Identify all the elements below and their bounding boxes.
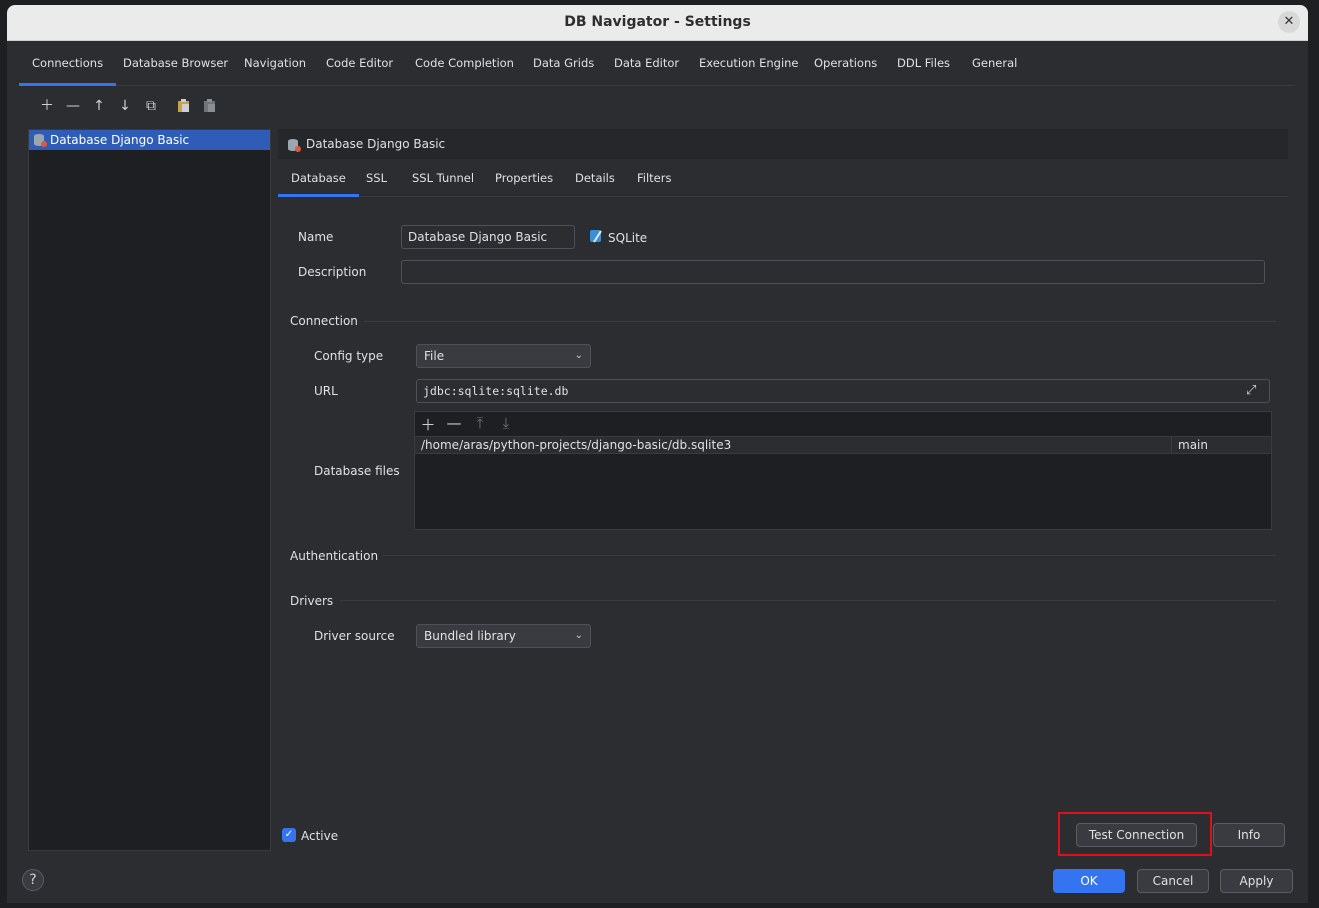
tab-details[interactable]: Details <box>562 162 628 197</box>
tab-connections[interactable]: Connections <box>19 41 117 86</box>
help-icon[interactable]: ? <box>22 869 44 891</box>
tab-data-grids[interactable]: Data Grids <box>520 41 607 86</box>
tab-database-browser[interactable]: Database Browser <box>110 41 241 86</box>
description-label: Description <box>298 265 367 279</box>
config-type-select[interactable]: File ⌄ <box>416 344 591 368</box>
apply-button[interactable]: Apply <box>1220 869 1293 893</box>
expand-icon[interactable]: ⤢ <box>1246 383 1256 398</box>
active-checkbox[interactable]: ✓ <box>282 828 296 842</box>
connection-header: Database Django Basic <box>278 129 1288 159</box>
title-bar: DB Navigator - Settings ✕ <box>7 5 1308 41</box>
info-button[interactable]: Info <box>1213 823 1285 847</box>
tab-execution-engine[interactable]: Execution Engine <box>686 41 812 86</box>
config-type-label: Config type <box>314 349 384 363</box>
url-label: URL <box>314 384 338 398</box>
table-row[interactable]: /home/aras/python-projects/django-basic/… <box>415 436 1271 454</box>
file-path: /home/aras/python-projects/django-basic/… <box>421 438 732 452</box>
connections-list: Database Django Basic <box>28 129 271 851</box>
close-icon[interactable]: ✕ <box>1278 11 1300 33</box>
window-title: DB Navigator - Settings <box>564 14 751 30</box>
url-field[interactable]: jdbc:sqlite:sqlite.db <box>416 379 1270 403</box>
tab-properties[interactable]: Properties <box>482 162 566 197</box>
delete-icon[interactable] <box>200 95 220 117</box>
driver-source-value: Bundled library <box>424 629 516 643</box>
config-type-value: File <box>424 349 445 363</box>
tab-database[interactable]: Database <box>278 162 359 197</box>
remove-icon[interactable]: — <box>445 414 463 434</box>
settings-dialog: DB Navigator - Settings ✕ Connections Da… <box>7 5 1308 903</box>
driver-source-label: Driver source <box>314 629 395 643</box>
database-icon <box>33 133 47 147</box>
drivers-section-title: Drivers <box>290 594 334 608</box>
tab-data-editor[interactable]: Data Editor <box>601 41 692 86</box>
move-up-icon[interactable]: ↑ <box>89 95 109 117</box>
divider <box>364 321 1276 322</box>
database-files-table: ＋ — ⤒ ⤓ /home/aras/python-projects/djang… <box>414 411 1272 530</box>
database-files-label: Database files <box>314 464 400 478</box>
database-icon <box>287 138 301 152</box>
divider <box>383 555 1276 556</box>
ok-button[interactable]: OK <box>1053 869 1125 893</box>
add-icon[interactable]: ＋ <box>419 414 437 434</box>
connection-section-title: Connection <box>290 314 358 328</box>
tab-navigation[interactable]: Navigation <box>231 41 319 86</box>
tab-code-editor[interactable]: Code Editor <box>313 41 406 86</box>
tab-operations[interactable]: Operations <box>801 41 890 86</box>
files-toolbar: ＋ — ⤒ ⤓ <box>415 412 1271 436</box>
move-up-icon: ⤒ <box>476 414 484 432</box>
description-field[interactable] <box>401 260 1265 284</box>
active-label: Active <box>301 829 339 843</box>
file-alias: main <box>1171 437 1271 453</box>
authentication-section-title: Authentication <box>290 549 379 563</box>
cancel-button[interactable]: Cancel <box>1137 869 1209 893</box>
divider <box>340 600 1276 601</box>
move-down-icon[interactable]: ↓ <box>115 95 135 117</box>
main-tab-bar: Connections Database Browser Navigation … <box>19 41 1295 86</box>
tab-filters[interactable]: Filters <box>624 162 684 197</box>
add-icon[interactable]: ＋ <box>37 95 57 117</box>
name-field[interactable]: Database Django Basic <box>401 225 575 249</box>
tab-ssl-tunnel[interactable]: SSL Tunnel <box>399 162 487 197</box>
connection-sub-tabs: Database SSL SSL Tunnel Properties Detai… <box>278 162 1288 197</box>
tab-ddl-files[interactable]: DDL Files <box>884 41 963 86</box>
chevron-down-icon: ⌄ <box>574 630 583 641</box>
tab-ssl[interactable]: SSL <box>353 162 400 197</box>
driver-source-select[interactable]: Bundled library ⌄ <box>416 624 591 648</box>
chevron-down-icon: ⌄ <box>574 350 583 361</box>
remove-icon[interactable]: — <box>63 95 83 117</box>
db-type-label: SQLite <box>608 231 648 245</box>
test-connection-button[interactable]: Test Connection <box>1076 823 1197 847</box>
paste-icon[interactable] <box>174 95 194 117</box>
connection-header-label: Database Django Basic <box>306 137 446 151</box>
list-item[interactable]: Database Django Basic <box>29 130 270 150</box>
sqlite-icon <box>590 230 603 246</box>
copy-icon[interactable]: ⧉ <box>141 95 161 117</box>
name-label: Name <box>298 230 334 244</box>
tab-general[interactable]: General <box>959 41 1030 86</box>
connection-name: Database Django Basic <box>50 133 190 147</box>
move-down-icon: ⤓ <box>502 414 510 432</box>
tab-code-completion[interactable]: Code Completion <box>402 41 527 86</box>
